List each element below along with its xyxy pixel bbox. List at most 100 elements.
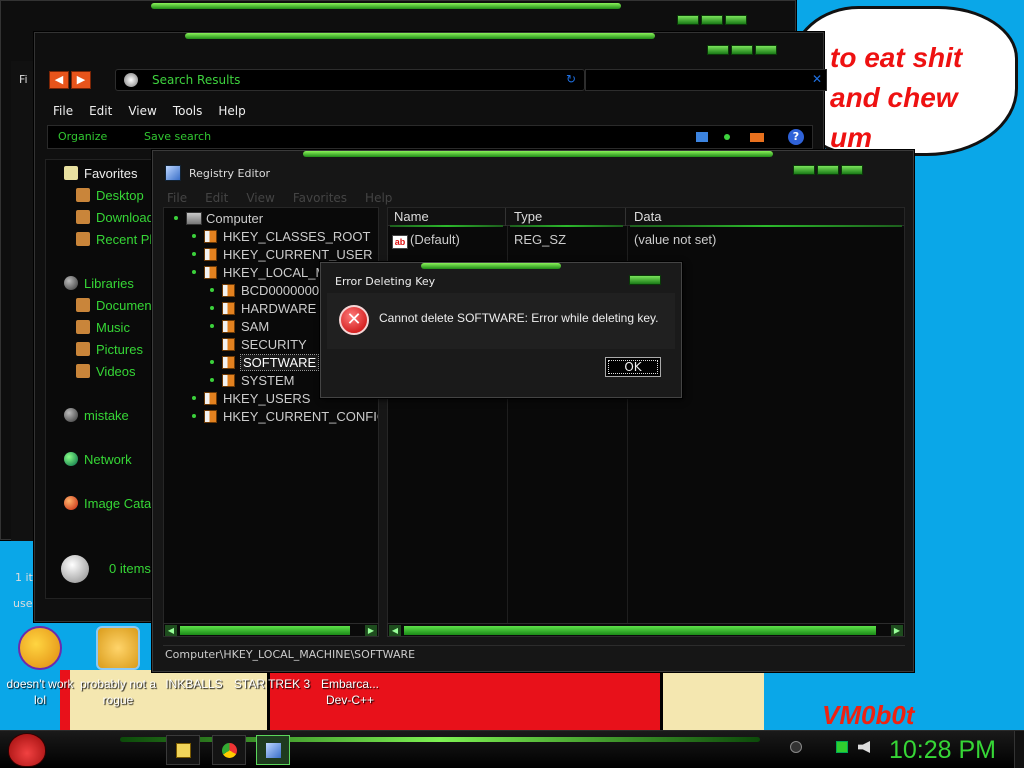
scroll-right-arrow[interactable]: ▶: [365, 625, 377, 636]
menu-view[interactable]: View: [246, 191, 292, 205]
nav-network[interactable]: Network: [64, 452, 132, 470]
menu-file[interactable]: File: [167, 191, 205, 205]
search-disc-icon: [61, 555, 89, 583]
navigation-pane: Favorites Desktop Downloads Recent Place…: [45, 159, 180, 599]
scroll-right-arrow[interactable]: ▶: [891, 625, 903, 636]
back-button[interactable]: ◀: [49, 71, 69, 89]
clear-search-icon[interactable]: ✕: [812, 72, 822, 86]
network-tray-icon[interactable]: [836, 741, 848, 753]
desktop-icon-setup[interactable]: probably not a rogue: [78, 626, 158, 708]
error-icon: ✕: [339, 305, 369, 335]
help-icon[interactable]: ?: [788, 129, 804, 145]
scroll-left-arrow[interactable]: ◀: [165, 625, 177, 636]
registry-editor-window[interactable]: Registry Editor File Edit View Favorites…: [152, 150, 914, 672]
image-catalog-icon: [64, 496, 78, 510]
tree-node-sam[interactable]: SAM: [210, 318, 269, 336]
menu-tools[interactable]: Tools: [167, 101, 213, 121]
window-controls[interactable]: [677, 15, 747, 27]
folder-icon: [76, 188, 90, 202]
error-dialog[interactable]: Error Deleting Key ✕ Cannot delete SOFTW…: [320, 262, 682, 398]
nav-videos[interactable]: Videos: [76, 364, 136, 382]
status-fragment-2: use: [13, 597, 33, 610]
menu-help[interactable]: Help: [365, 191, 410, 205]
libraries-icon: [64, 276, 78, 290]
nav-favorites[interactable]: Favorites: [64, 166, 137, 184]
show-desktop-button[interactable]: [1014, 731, 1024, 768]
save-search-button[interactable]: Save search: [144, 130, 211, 143]
desktop-icon-yahoo[interactable]: doesn't work lol: [0, 626, 80, 708]
search-input[interactable]: ✕: [585, 69, 827, 91]
preview-pane-icon[interactable]: [750, 133, 764, 142]
window-controls[interactable]: [707, 45, 777, 57]
view-icon[interactable]: [696, 132, 708, 142]
column-type[interactable]: Type: [508, 208, 626, 227]
organize-button[interactable]: Organize: [58, 130, 107, 143]
close-button[interactable]: [755, 45, 777, 55]
nav-downloads[interactable]: Downloads: [76, 210, 160, 228]
table-row[interactable]: ab (Default): [392, 232, 460, 249]
nav-documents[interactable]: Documents: [76, 298, 162, 316]
tree-node-system[interactable]: SYSTEM: [210, 372, 294, 390]
tree-node-hardware[interactable]: HARDWARE: [210, 300, 316, 318]
clock[interactable]: 10:28 PM: [889, 735, 996, 765]
taskbar-regedit[interactable]: [256, 735, 290, 765]
dialog-close-button[interactable]: [629, 275, 661, 287]
column-name[interactable]: Name: [388, 208, 506, 227]
status-bar-path: Computer\HKEY_LOCAL_MACHINE\SOFTWARE: [163, 645, 905, 663]
menu-file[interactable]: File: [47, 101, 83, 121]
address-bar[interactable]: Search Results ↻: [115, 69, 585, 91]
taskbar: 10:28 PM: [0, 730, 1024, 768]
show-hidden-icons[interactable]: [790, 741, 802, 753]
error-message: Cannot delete SOFTWARE: Error while dele…: [379, 311, 659, 325]
wallpaper-cream-area-right: [660, 670, 764, 732]
tree-scrollbar[interactable]: ◀ ▶: [163, 623, 379, 637]
list-scrollbar[interactable]: ◀ ▶: [387, 623, 905, 637]
menu-help[interactable]: Help: [212, 101, 255, 121]
window-controls[interactable]: [793, 165, 863, 177]
folder-icon: [204, 230, 217, 243]
taskbar-explorer[interactable]: [166, 735, 200, 765]
taskbar-chrome[interactable]: [212, 735, 246, 765]
folder-icon: [76, 232, 90, 246]
regedit-icon: [266, 743, 281, 758]
tree-node-computer[interactable]: Computer: [174, 210, 263, 228]
tree-node-hkcc[interactable]: HKEY_CURRENT_CONFIG: [192, 408, 378, 426]
menu-view[interactable]: View: [122, 101, 166, 121]
nav-music[interactable]: Music: [76, 320, 130, 338]
search-results-icon: [124, 73, 138, 87]
scroll-left-arrow[interactable]: ◀: [389, 625, 401, 636]
nav-desktop[interactable]: Desktop: [76, 188, 144, 206]
regedit-icon: [165, 165, 181, 181]
refresh-icon[interactable]: ↻: [566, 72, 576, 86]
address-bar-row: ◀ ▶ Search Results ↻ ✕: [45, 69, 827, 91]
list-header: Name Type Data: [388, 208, 904, 227]
tree-node-bcd[interactable]: BCD00000000: [210, 282, 326, 300]
folder-icon: [222, 302, 235, 315]
star-icon: [64, 166, 78, 180]
maximize-button[interactable]: [731, 45, 753, 55]
tree-node-security[interactable]: SECURITY: [222, 336, 307, 354]
ok-button[interactable]: OK: [605, 357, 661, 377]
dialog-title: Error Deleting Key: [335, 275, 436, 288]
tree-node-hkcr[interactable]: HKEY_CLASSES_ROOT: [192, 228, 370, 246]
menu-edit[interactable]: Edit: [83, 101, 122, 121]
menu-favorites[interactable]: Favorites: [293, 191, 365, 205]
nav-mistake[interactable]: mistake: [64, 408, 129, 426]
close-button[interactable]: [841, 165, 863, 175]
minimize-button[interactable]: [793, 165, 815, 175]
tree-node-software[interactable]: SOFTWARE: [210, 354, 320, 372]
forward-button[interactable]: ▶: [71, 71, 91, 89]
menu-edit[interactable]: Edit: [205, 191, 246, 205]
volume-icon[interactable]: [858, 741, 870, 753]
column-data[interactable]: Data: [628, 208, 904, 227]
nav-pictures[interactable]: Pictures: [76, 342, 143, 360]
tree-node-hku[interactable]: HKEY_USERS: [192, 390, 310, 408]
scroll-thumb[interactable]: [404, 626, 876, 635]
start-button[interactable]: [8, 733, 46, 767]
scroll-thumb[interactable]: [180, 626, 350, 635]
minimize-button[interactable]: [707, 45, 729, 55]
nav-libraries[interactable]: Libraries: [64, 276, 134, 294]
maximize-button[interactable]: [817, 165, 839, 175]
string-value-icon: ab: [392, 235, 408, 249]
